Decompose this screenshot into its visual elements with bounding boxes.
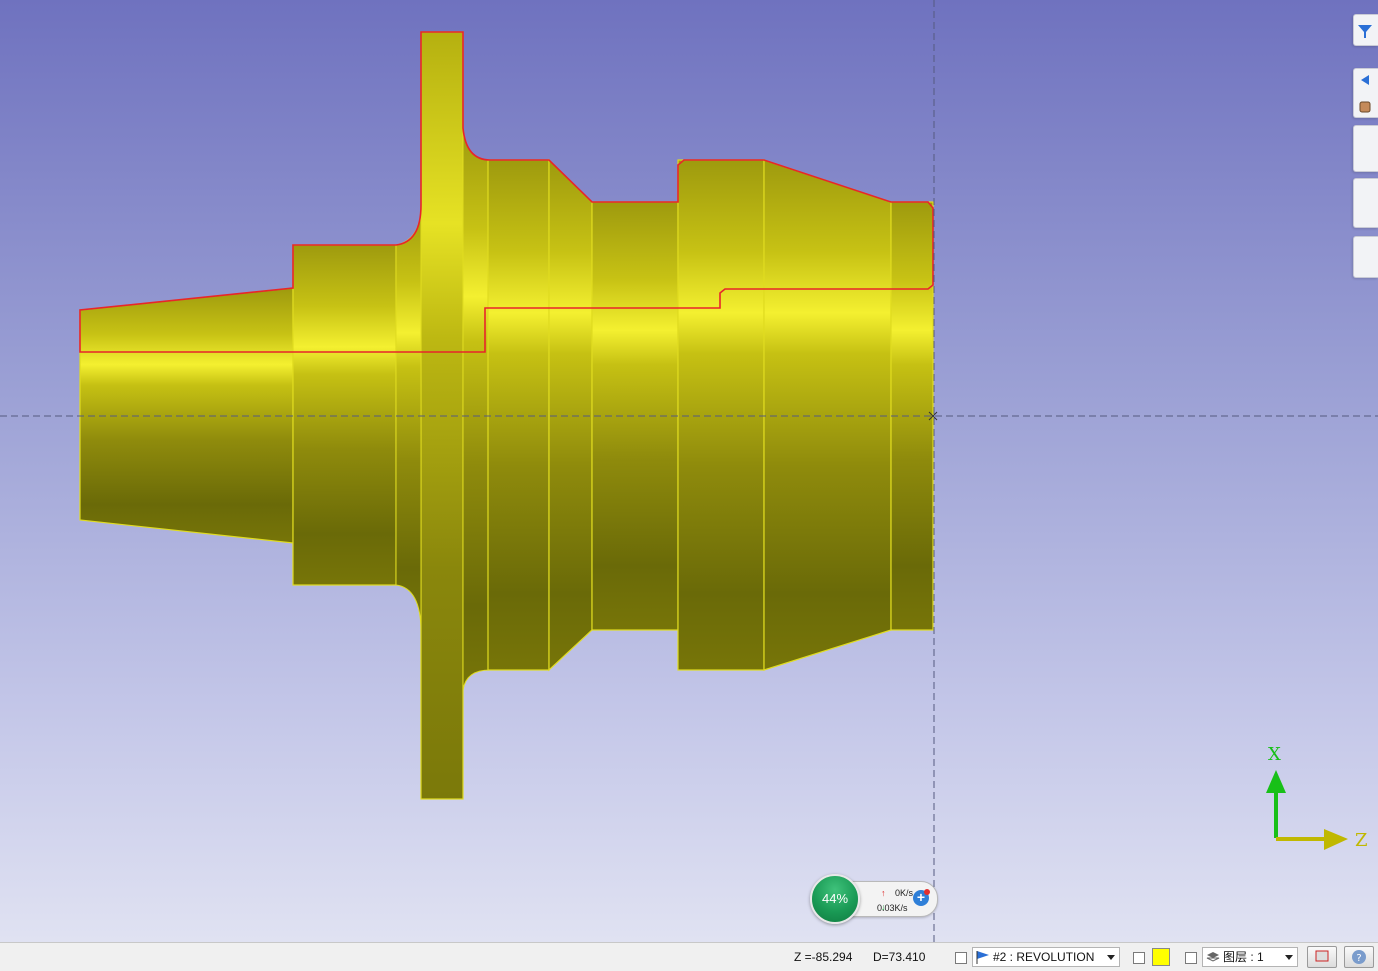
tool-panel[interactable] bbox=[1353, 68, 1378, 118]
axis-z-label: Z bbox=[1355, 830, 1368, 851]
view-mode-button[interactable] bbox=[1307, 946, 1337, 968]
operation-checkbox[interactable] bbox=[955, 952, 967, 964]
chevron-down-icon bbox=[1107, 955, 1115, 960]
axis-x-arrowhead bbox=[1266, 770, 1286, 793]
layers-icon bbox=[1206, 952, 1220, 962]
axis-z-arrowhead bbox=[1324, 829, 1348, 850]
svg-text:?: ? bbox=[1356, 953, 1361, 964]
left-cylinder bbox=[292, 244, 397, 586]
axis-x-label: X bbox=[1268, 744, 1281, 765]
notification-dot bbox=[924, 889, 930, 895]
filter-icon[interactable] bbox=[1354, 15, 1376, 45]
mid-cylinder bbox=[487, 159, 550, 671]
download-rate: 0.03K/s bbox=[877, 903, 908, 913]
upload-arrow-icon: ↑ bbox=[881, 888, 886, 898]
upload-rate: 0K/s bbox=[895, 888, 914, 898]
color-swatch[interactable] bbox=[1152, 948, 1170, 966]
color-checkbox[interactable] bbox=[1133, 952, 1145, 964]
part-model[interactable] bbox=[0, 0, 1378, 942]
layer-label: 图层 : 1 bbox=[1223, 950, 1264, 964]
side-tab-3[interactable] bbox=[1353, 236, 1378, 278]
z-coordinate: Z =-85.294 bbox=[794, 950, 853, 964]
usage-percent[interactable]: 44% bbox=[810, 874, 860, 924]
layer-checkbox[interactable] bbox=[1185, 952, 1197, 964]
d-coordinate: D=73.410 bbox=[873, 950, 926, 964]
status-bar: Z =-85.294 D=73.410 #2 : REVOLUTION 图层 :… bbox=[0, 942, 1378, 971]
operation-label: #2 : REVOLUTION bbox=[993, 950, 1095, 964]
side-tab-2[interactable] bbox=[1353, 178, 1378, 228]
left-fillet bbox=[395, 204, 422, 633]
right-fillet bbox=[462, 127, 491, 691]
3d-viewport[interactable]: X Z ↑ 0K/s ↓ 0.03K/s 44% + bbox=[0, 0, 1378, 942]
collapse-left-icon[interactable] bbox=[1354, 69, 1376, 91]
operation-select[interactable]: #2 : REVOLUTION bbox=[972, 947, 1120, 967]
flag-icon bbox=[976, 951, 989, 964]
pointer-hand-icon[interactable] bbox=[1354, 96, 1376, 118]
filter-panel[interactable] bbox=[1353, 14, 1378, 46]
help-icon: ? bbox=[1352, 950, 1366, 964]
chevron-down-icon bbox=[1285, 955, 1293, 960]
monitor-icon bbox=[1315, 950, 1329, 962]
right-cylinder bbox=[677, 159, 765, 671]
help-button[interactable]: ? bbox=[1344, 946, 1374, 968]
network-monitor-widget[interactable]: ↑ 0K/s ↓ 0.03K/s 44% + bbox=[810, 872, 938, 924]
layer-select[interactable]: 图层 : 1 bbox=[1202, 947, 1298, 967]
groove-taper bbox=[548, 158, 593, 672]
side-tab-1[interactable] bbox=[1353, 125, 1378, 172]
right-taper bbox=[763, 159, 892, 671]
